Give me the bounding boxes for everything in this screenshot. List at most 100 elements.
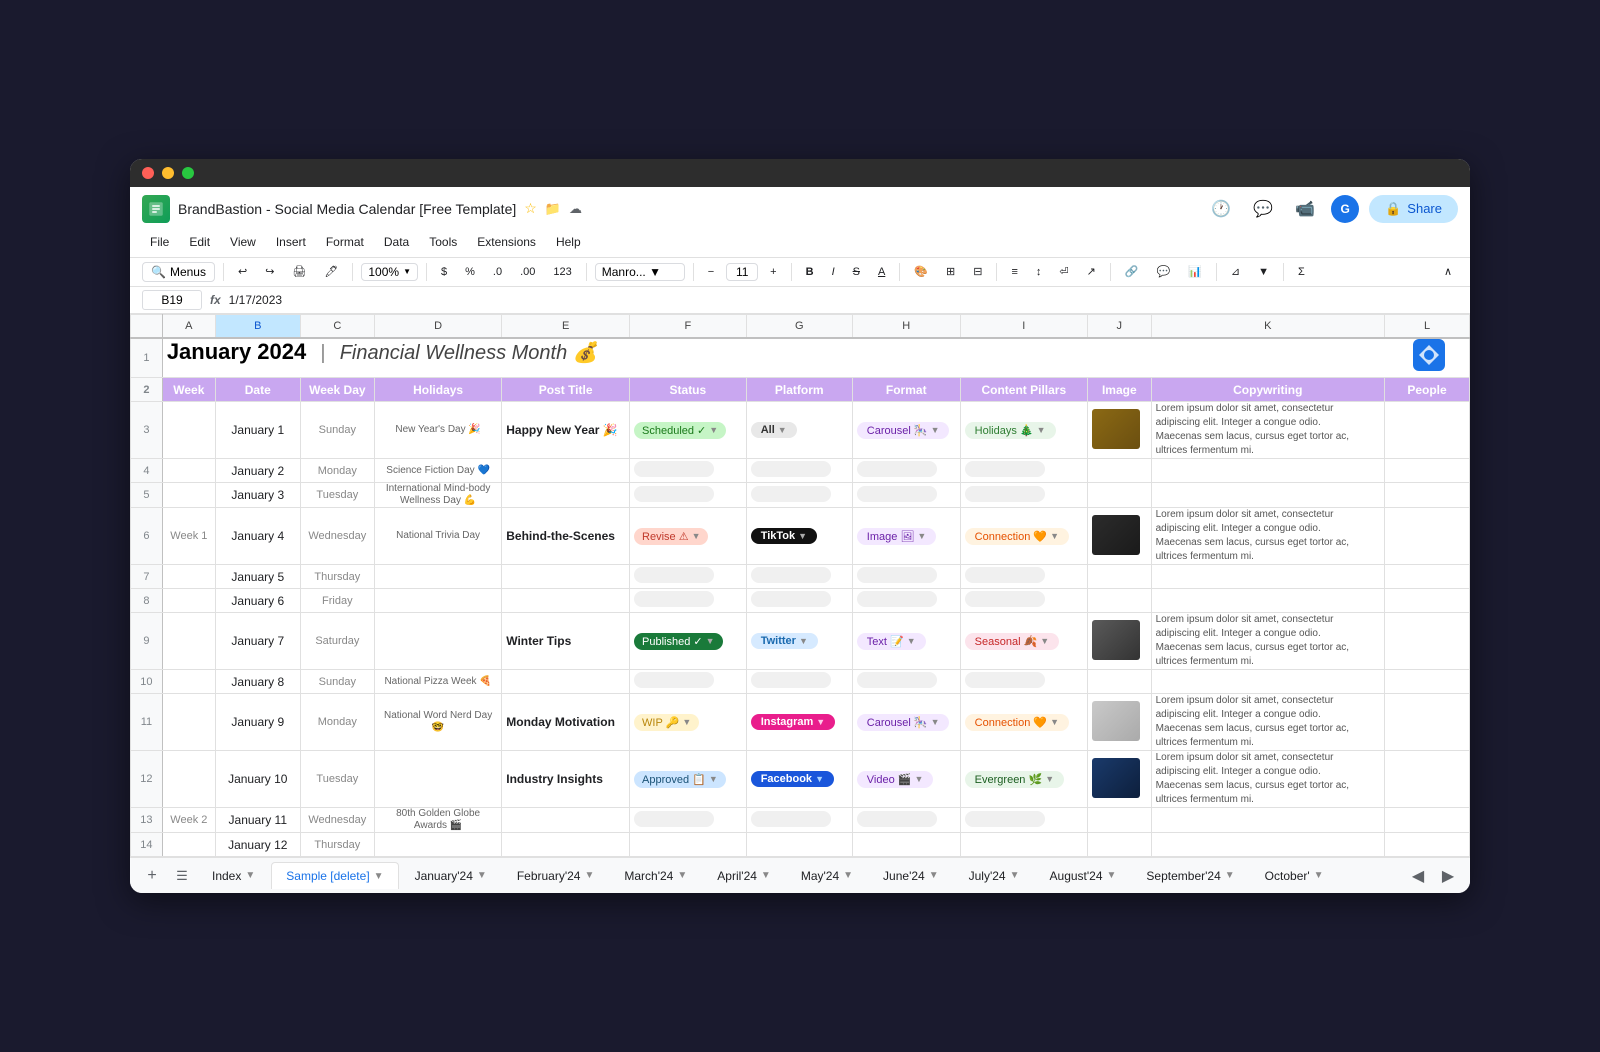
- date-cell[interactable]: January 4: [215, 508, 300, 565]
- format-cell[interactable]: Carousel 🎠 ▼: [852, 402, 960, 459]
- merge-btn[interactable]: ⊟: [967, 262, 988, 281]
- tab-sample[interactable]: Sample [delete] ▼: [271, 862, 398, 889]
- filter-btn[interactable]: ⊿: [1225, 262, 1246, 281]
- folder-icon[interactable]: 📁: [545, 201, 561, 217]
- status-badge[interactable]: Scheduled ✓ ▼: [634, 422, 726, 439]
- cloud-icon[interactable]: ☁: [569, 201, 582, 217]
- status-cell[interactable]: WIP 🔑 ▼: [630, 694, 747, 751]
- date-cell[interactable]: January 10: [215, 751, 300, 808]
- pillar-cell[interactable]: Evergreen 🌿 ▼: [960, 751, 1087, 808]
- paint-format-btn[interactable]: 🖊: [318, 262, 344, 281]
- post-title-cell[interactable]: Winter Tips: [502, 613, 630, 670]
- menus-search[interactable]: 🔍 Menus: [142, 262, 215, 282]
- format-cell[interactable]: Text 📝 ▼: [852, 613, 960, 670]
- date-cell[interactable]: January 6: [215, 589, 300, 613]
- date-cell[interactable]: January 8: [215, 670, 300, 694]
- format-cell[interactable]: Image 🖼 ▼: [852, 508, 960, 565]
- sum-btn[interactable]: Σ: [1292, 263, 1311, 281]
- date-cell[interactable]: January 5: [215, 565, 300, 589]
- comment-btn[interactable]: 💬: [1151, 262, 1177, 281]
- star-icon[interactable]: ☆: [524, 200, 537, 217]
- pillar-cell[interactable]: Connection 🧡 ▼: [960, 694, 1087, 751]
- history-icon[interactable]: 🕐: [1205, 193, 1237, 225]
- platform-badge[interactable]: All ▼: [751, 422, 797, 438]
- maximize-dot[interactable]: [182, 167, 194, 179]
- strike-btn[interactable]: S: [847, 263, 866, 281]
- bold-btn[interactable]: B: [800, 263, 820, 281]
- menu-tools[interactable]: Tools: [421, 233, 465, 251]
- expand-toolbar-btn[interactable]: ∧: [1438, 262, 1458, 281]
- status-cell[interactable]: Approved 📋 ▼: [630, 751, 747, 808]
- share-button[interactable]: 🔒 Share: [1369, 195, 1458, 223]
- col-A[interactable]: A: [162, 314, 215, 338]
- tab-index[interactable]: Index ▼: [198, 863, 269, 889]
- post-title-cell[interactable]: Monday Motivation: [502, 694, 630, 751]
- format-badge[interactable]: Text 📝 ▼: [857, 633, 926, 650]
- filter-views-btn[interactable]: ▼: [1252, 263, 1275, 281]
- tab-july24[interactable]: July'24 ▼: [955, 863, 1034, 889]
- video-icon[interactable]: 📹: [1289, 193, 1321, 225]
- zoom-control[interactable]: 100% ▼: [361, 263, 418, 281]
- menu-insert[interactable]: Insert: [268, 233, 314, 251]
- fill-color-btn[interactable]: 🎨: [908, 262, 934, 281]
- tab-june24[interactable]: June'24 ▼: [869, 863, 953, 889]
- print-btn[interactable]: 🖨: [286, 262, 312, 281]
- tab-september24[interactable]: September'24 ▼: [1132, 863, 1248, 889]
- post-title-cell[interactable]: Behind-the-Scenes: [502, 508, 630, 565]
- menu-data[interactable]: Data: [376, 233, 417, 251]
- status-cell[interactable]: Scheduled ✓ ▼: [630, 402, 747, 459]
- border-btn[interactable]: ⊞: [940, 262, 961, 281]
- link-btn[interactable]: 🔗: [1119, 262, 1145, 281]
- status-badge[interactable]: Revise ⚠ ▼: [634, 528, 708, 545]
- status-badge[interactable]: Approved 📋 ▼: [634, 771, 726, 788]
- underline-btn[interactable]: A: [872, 263, 891, 281]
- font-increase-btn[interactable]: +: [764, 263, 782, 281]
- tab-february24[interactable]: February'24 ▼: [503, 863, 609, 889]
- font-size-input[interactable]: [726, 263, 758, 281]
- wrap-btn[interactable]: ⏎: [1053, 262, 1074, 281]
- col-H[interactable]: H: [852, 314, 960, 338]
- post-title-cell[interactable]: Industry Insights: [502, 751, 630, 808]
- platform-cell[interactable]: TikTok ▼: [746, 508, 852, 565]
- status-badge[interactable]: WIP 🔑 ▼: [634, 714, 699, 731]
- platform-cell[interactable]: Instagram ▼: [746, 694, 852, 751]
- col-K[interactable]: K: [1151, 314, 1384, 338]
- rotate-btn[interactable]: ↗: [1081, 262, 1102, 281]
- currency-btn[interactable]: $: [435, 263, 453, 281]
- pillar-badge[interactable]: Connection 🧡 ▼: [965, 714, 1069, 731]
- pillar-cell[interactable]: Connection 🧡 ▼: [960, 508, 1087, 565]
- account-avatar[interactable]: G: [1331, 195, 1359, 223]
- menu-format[interactable]: Format: [318, 233, 372, 251]
- number-format-btn[interactable]: 123: [547, 263, 577, 281]
- formula-content[interactable]: 1/17/2023: [229, 293, 1458, 307]
- menu-view[interactable]: View: [222, 233, 264, 251]
- percent-btn[interactable]: %: [459, 263, 481, 281]
- format-badge[interactable]: Carousel 🎠 ▼: [857, 422, 950, 439]
- sheets-menu-btn[interactable]: ☰: [168, 862, 196, 890]
- col-L[interactable]: L: [1385, 314, 1470, 338]
- status-cell[interactable]: Published ✓ ▼: [630, 613, 747, 670]
- format-badge[interactable]: Carousel 🎠 ▼: [857, 714, 950, 731]
- format-badge[interactable]: Image 🖼 ▼: [857, 528, 937, 545]
- platform-cell[interactable]: Twitter ▼: [746, 613, 852, 670]
- date-cell[interactable]: January 7: [215, 613, 300, 670]
- menu-help[interactable]: Help: [548, 233, 589, 251]
- tab-october[interactable]: October' ▼: [1251, 863, 1338, 889]
- platform-badge[interactable]: Facebook ▼: [751, 771, 834, 787]
- col-C[interactable]: C: [300, 314, 374, 338]
- format-cell[interactable]: Video 🎬 ▼: [852, 751, 960, 808]
- col-E[interactable]: E: [502, 314, 630, 338]
- date-cell[interactable]: January 3: [215, 483, 300, 508]
- date-cell[interactable]: January 1: [215, 402, 300, 459]
- col-G[interactable]: G: [746, 314, 852, 338]
- col-D[interactable]: D: [374, 314, 501, 338]
- font-decrease-btn[interactable]: −: [702, 263, 720, 281]
- pillar-cell[interactable]: Holidays 🎄 ▼: [960, 402, 1087, 459]
- col-I[interactable]: I: [960, 314, 1087, 338]
- format-badge[interactable]: Video 🎬 ▼: [857, 771, 934, 788]
- menu-extensions[interactable]: Extensions: [469, 233, 544, 251]
- undo-btn[interactable]: ↩: [232, 262, 253, 281]
- date-cell[interactable]: January 9: [215, 694, 300, 751]
- chart-btn[interactable]: 📊: [1182, 262, 1208, 281]
- platform-cell[interactable]: All ▼: [746, 402, 852, 459]
